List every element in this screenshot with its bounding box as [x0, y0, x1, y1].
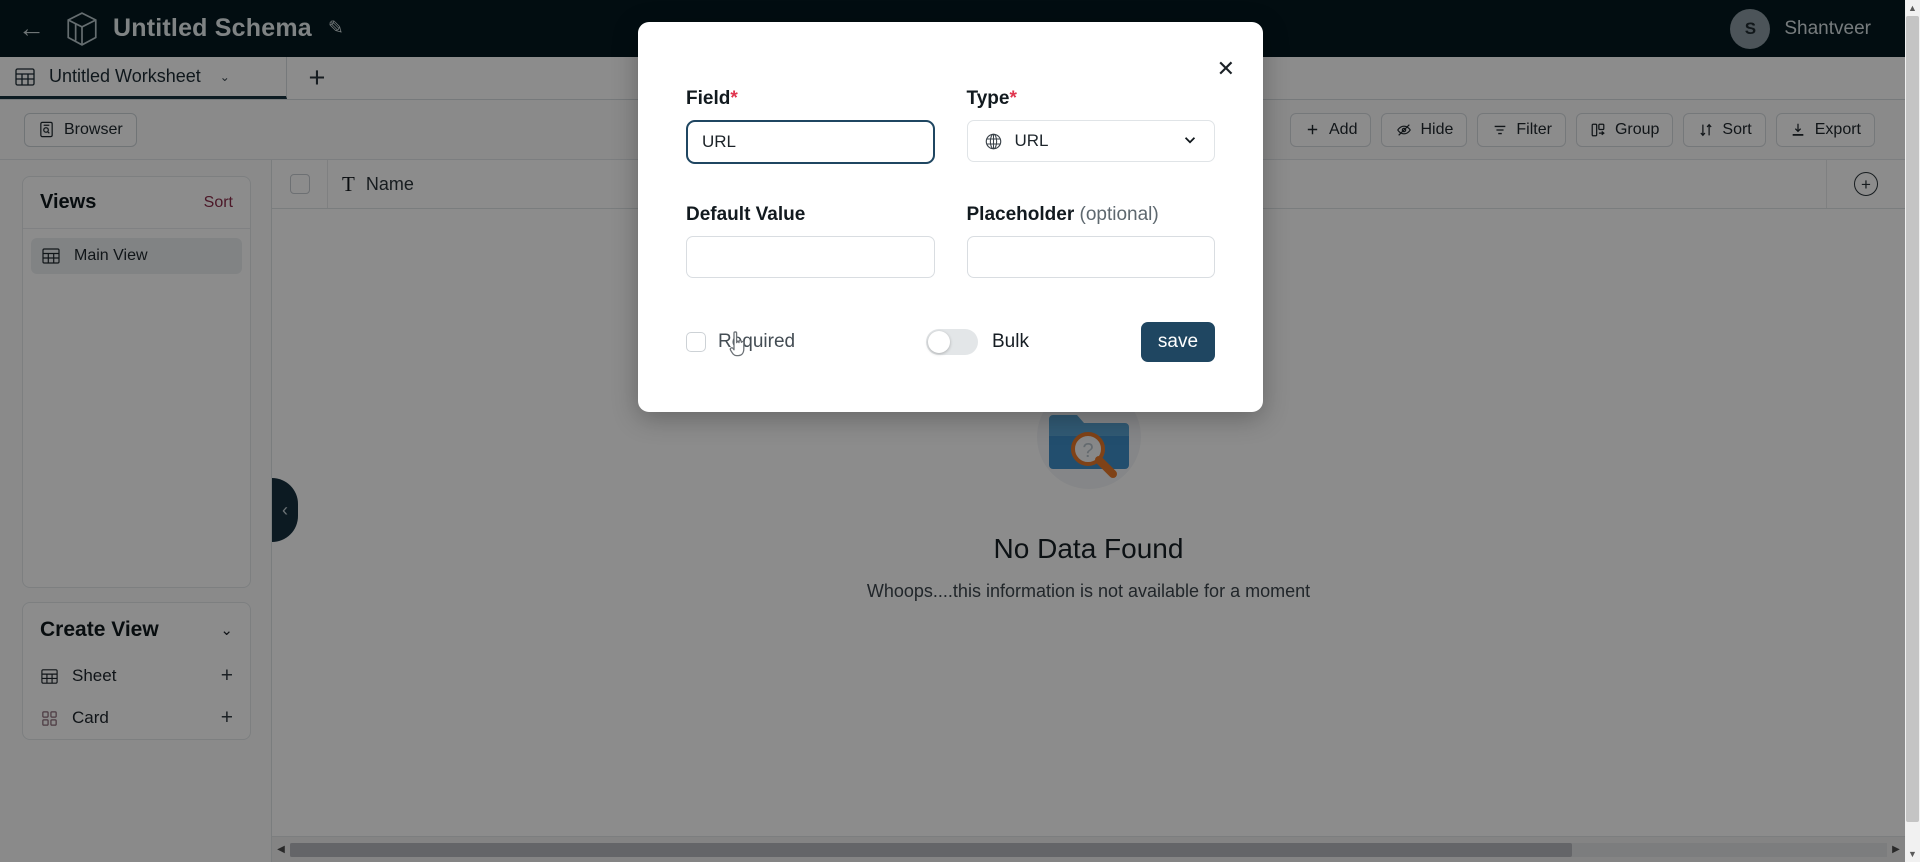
- vertical-scrollbar[interactable]: ▲ ▼: [1905, 0, 1920, 862]
- modal-row-field-type: Field* Type* URL: [686, 22, 1215, 164]
- field-type-select[interactable]: URL: [966, 120, 1215, 162]
- default-value-label: Default Value: [686, 204, 806, 225]
- field-type-value: URL: [1014, 131, 1049, 150]
- modal-row-options: Required Bulk save: [686, 278, 1215, 362]
- required-asterisk: *: [1009, 88, 1017, 109]
- close-icon[interactable]: ✕: [1217, 58, 1235, 80]
- app-root: ← Untitled Schema ✎ S Shantveer Untitled…: [0, 0, 1920, 862]
- required-option[interactable]: Required: [686, 331, 926, 353]
- required-asterisk: *: [730, 88, 738, 109]
- bulk-option[interactable]: Bulk: [926, 329, 1029, 355]
- field-name-input[interactable]: [686, 120, 935, 164]
- bulk-toggle-knob: [928, 331, 950, 353]
- default-value-input[interactable]: [686, 236, 935, 278]
- scroll-down-arrow-icon[interactable]: ▼: [1905, 846, 1920, 862]
- field-name-group: Field*: [686, 88, 935, 164]
- vertical-scroll-thumb[interactable]: [1906, 16, 1919, 822]
- field-type-group: Type* URL: [966, 88, 1216, 164]
- placeholder-input[interactable]: [966, 236, 1215, 278]
- bulk-toggle[interactable]: [926, 329, 978, 355]
- field-settings-modal: ✕ Field* Type* URL: [638, 22, 1263, 412]
- type-label-text: Type: [966, 88, 1010, 109]
- placeholder-label: Placeholder (optional): [967, 204, 1216, 226]
- placeholder-label-text: Placeholder: [966, 204, 1075, 225]
- placeholder-group: Placeholder (optional): [966, 204, 1216, 278]
- globe-icon: [985, 133, 1001, 149]
- placeholder-optional-text: (optional): [1079, 204, 1159, 225]
- field-name-label: Field*: [686, 88, 935, 110]
- required-checkbox[interactable]: [686, 332, 706, 352]
- scroll-up-arrow-icon[interactable]: ▲: [1905, 0, 1920, 16]
- save-button[interactable]: save: [1141, 322, 1215, 362]
- vertical-scroll-track[interactable]: [1905, 16, 1920, 846]
- field-type-label: Type*: [967, 88, 1216, 110]
- field-label-text: Field: [686, 88, 731, 109]
- modal-row-default-placeholder: Default Value Placeholder (optional): [686, 164, 1215, 278]
- bulk-label: Bulk: [992, 331, 1029, 352]
- chevron-down-icon[interactable]: [1182, 132, 1198, 151]
- required-label: Required: [718, 331, 796, 352]
- default-value-group: Default Value: [686, 204, 935, 278]
